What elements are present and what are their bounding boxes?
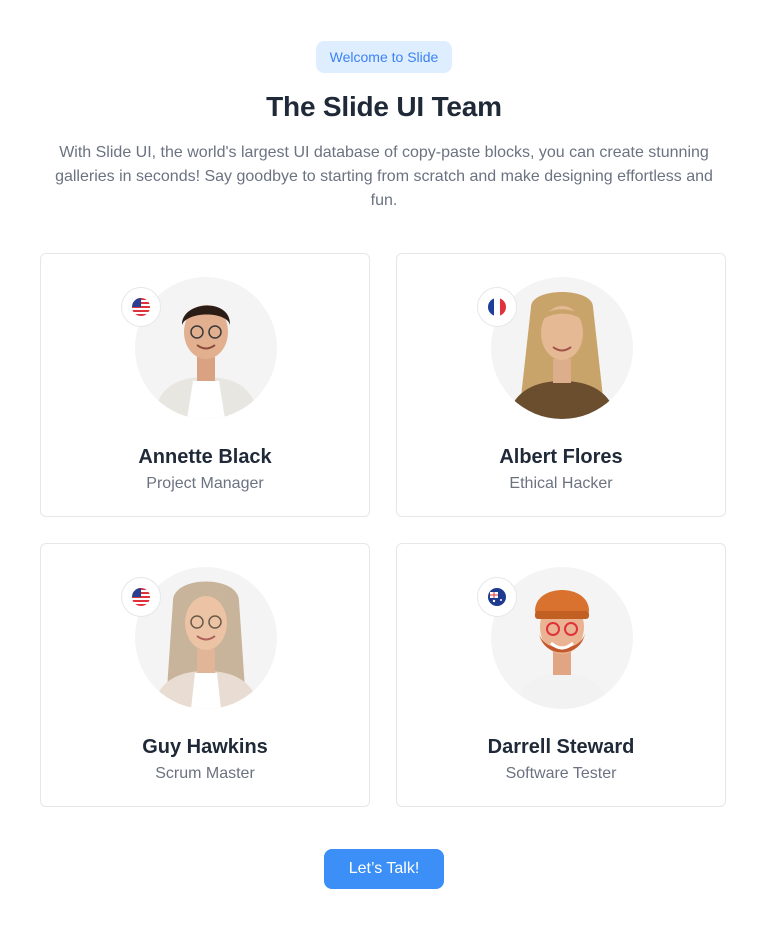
team-card: Albert Flores Ethical Hacker: [396, 253, 726, 517]
lets-talk-button[interactable]: Let’s Talk!: [324, 849, 444, 889]
member-name: Annette Black: [138, 446, 272, 468]
member-role: Ethical Hacker: [509, 475, 613, 492]
fr-flag-icon: [477, 287, 517, 327]
team-card: Darrell Steward Software Tester: [396, 543, 726, 807]
intro-text: With Slide UI, the world's largest UI da…: [55, 144, 713, 209]
member-name: Guy Hawkins: [142, 736, 268, 758]
member-name: Darrell Steward: [487, 736, 635, 758]
us-flag-icon: [121, 287, 161, 327]
page-title: The Slide UI Team: [266, 91, 502, 122]
au-flag-icon: [477, 577, 517, 617]
member-name: Albert Flores: [499, 446, 623, 468]
member-role: Software Tester: [505, 765, 617, 782]
team-card: Guy Hawkins Scrum Master: [40, 543, 370, 807]
member-role: Scrum Master: [155, 765, 255, 782]
us-flag-icon: [121, 577, 161, 617]
team-card: Annette Black Project Manager: [40, 253, 370, 517]
member-role: Project Manager: [146, 475, 264, 492]
welcome-badge: Welcome to Slide: [316, 41, 452, 73]
